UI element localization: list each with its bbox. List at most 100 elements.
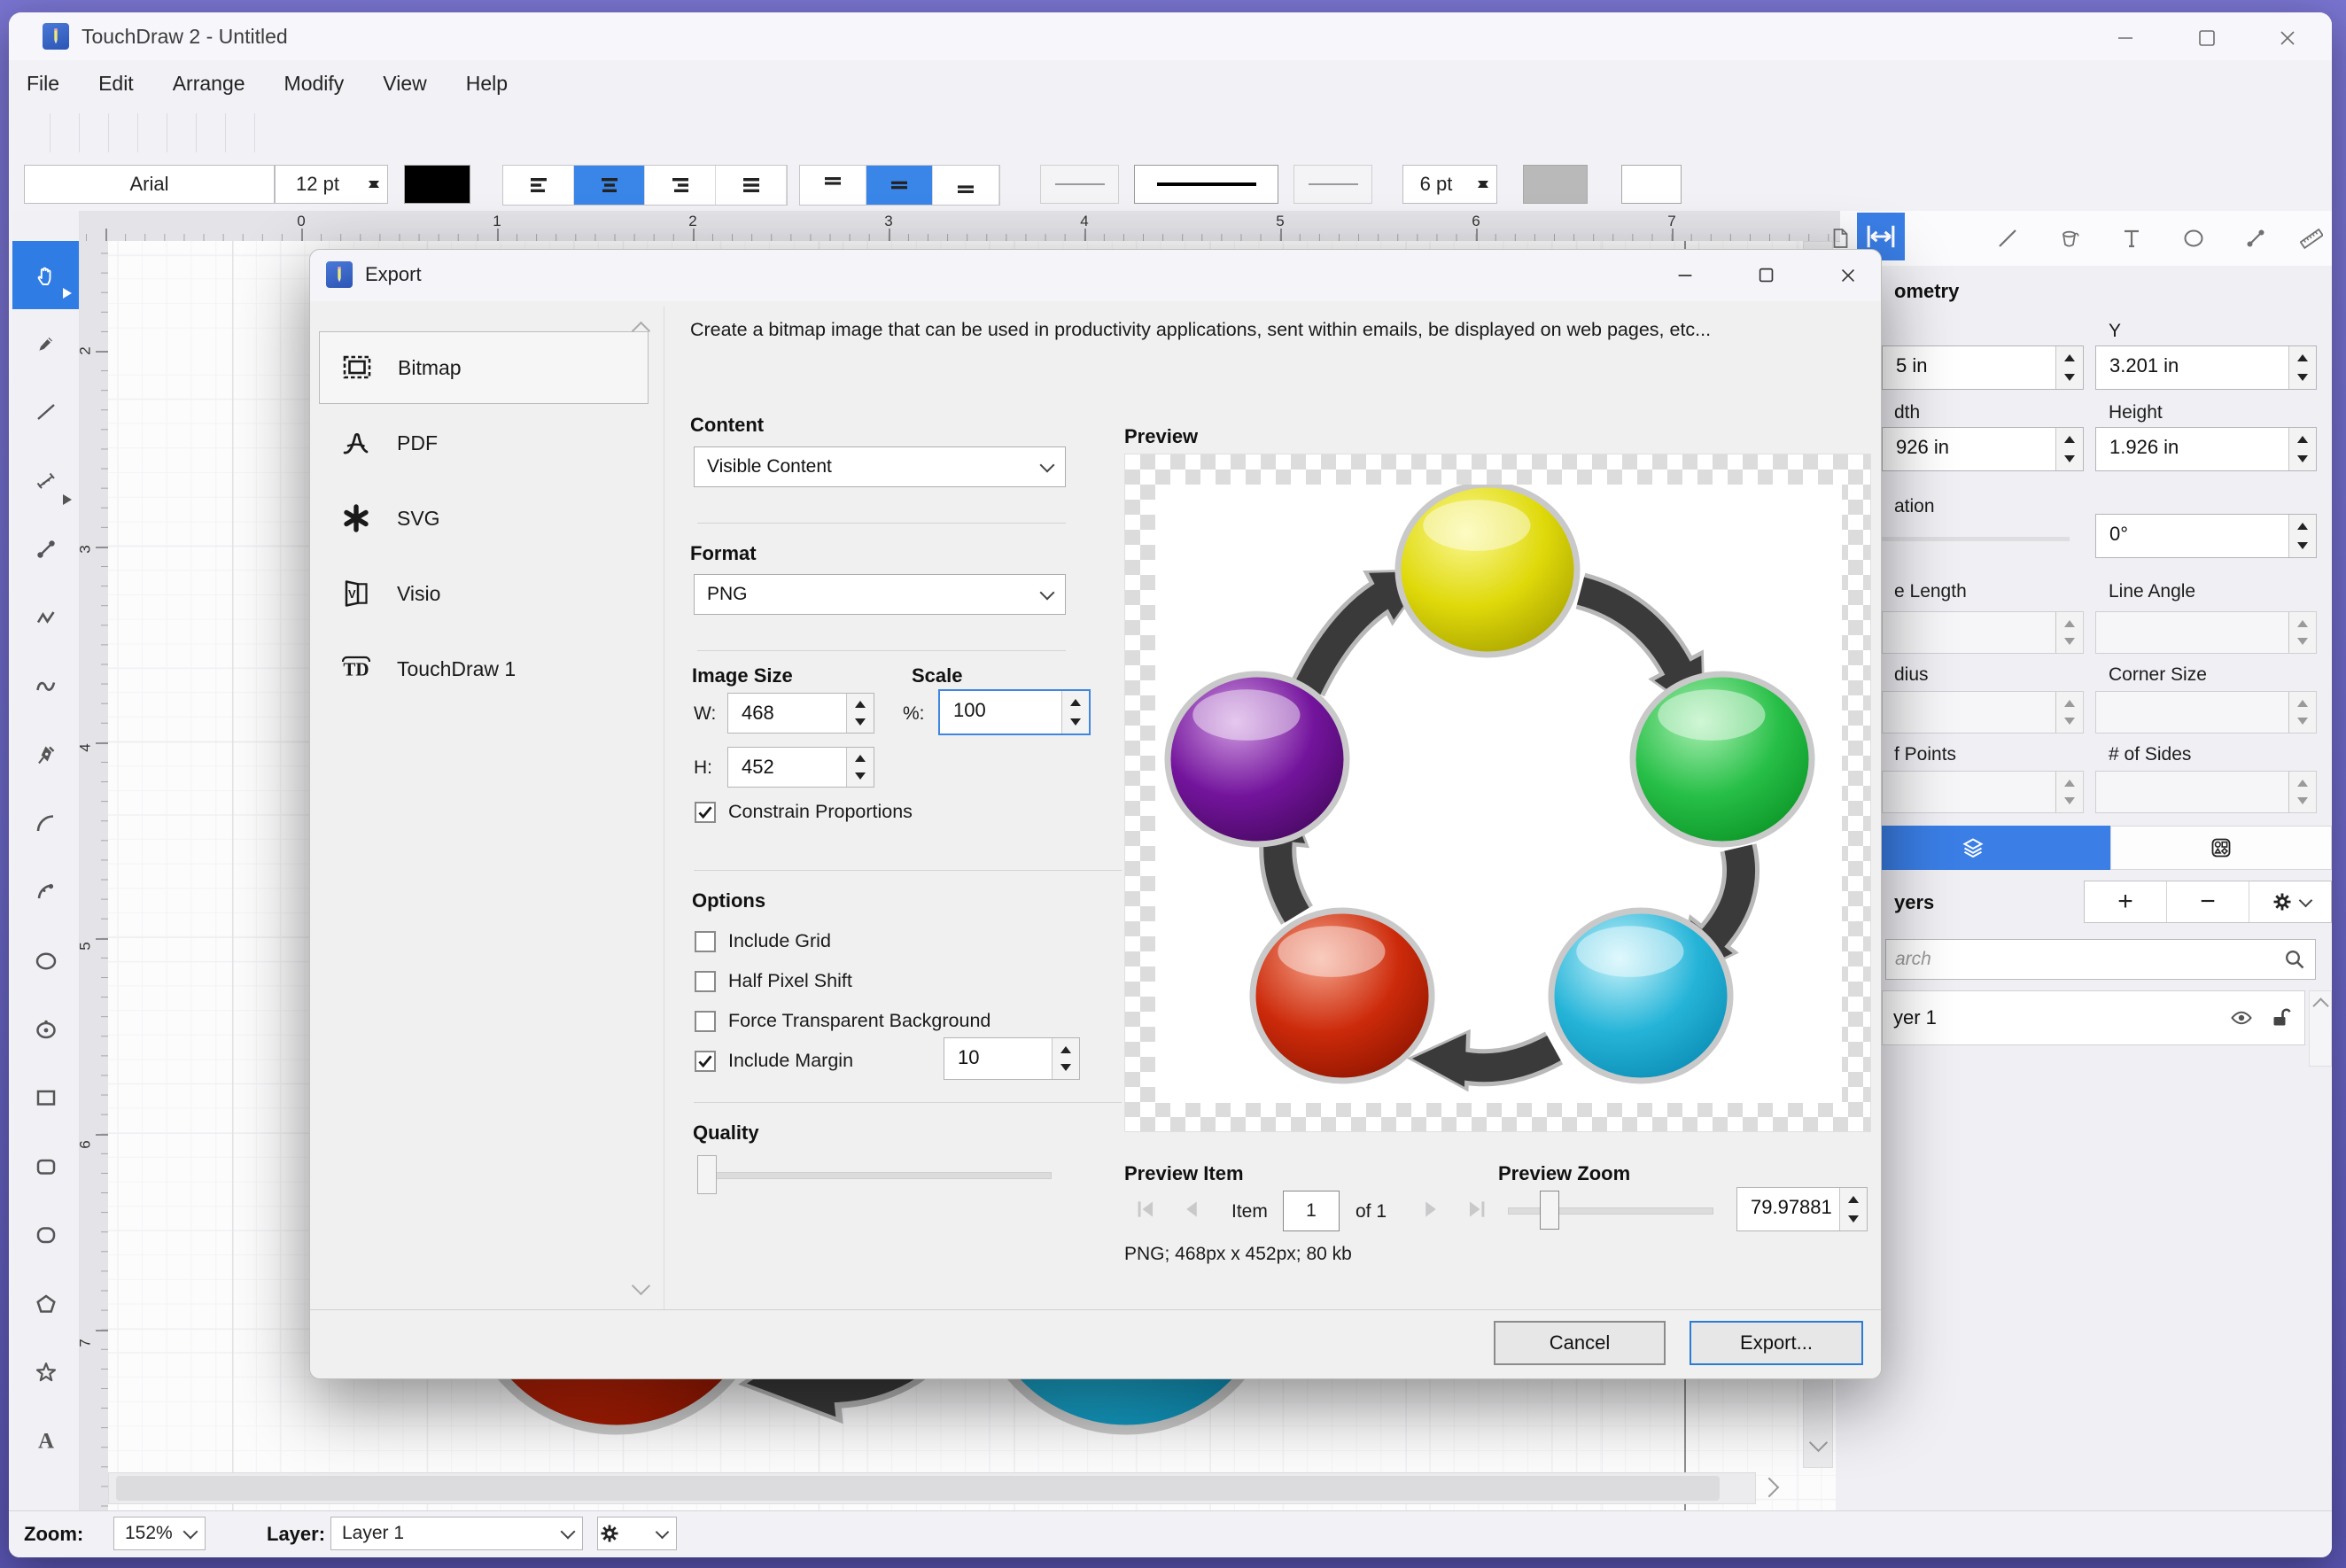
first-item-icon[interactable] <box>1130 1194 1161 1224</box>
export-info: PNG; 468px x 452px; 80 kb <box>1124 1244 1352 1264</box>
dialog-maximize-icon[interactable] <box>1756 265 1777 286</box>
maximize-icon[interactable] <box>2195 27 2218 50</box>
next-item-icon[interactable] <box>1416 1194 1446 1224</box>
scale-input[interactable]: 100 <box>938 689 1091 735</box>
text-valign-top-icon[interactable] <box>800 166 866 205</box>
add-layer-button[interactable]: + <box>2085 881 2167 922</box>
text-align-center-icon[interactable] <box>574 166 645 205</box>
text-icon[interactable] <box>2113 220 2150 257</box>
menu-item[interactable]: File <box>27 72 59 96</box>
font-size-stepper[interactable]: 12 pt <box>275 165 388 204</box>
fill-color-swatch[interactable] <box>1621 165 1682 204</box>
palette-tool[interactable] <box>12 309 79 377</box>
export-button[interactable]: Export... <box>1690 1321 1863 1365</box>
text-align-right-icon[interactable] <box>645 166 716 205</box>
palette-tool[interactable] <box>12 995 79 1063</box>
palette-tool[interactable] <box>12 1132 79 1200</box>
text-align-justify-icon[interactable] <box>716 166 787 205</box>
visibility-icon[interactable] <box>2230 1006 2253 1029</box>
fill-icon[interactable] <box>2051 220 2088 257</box>
palette-tool[interactable] <box>12 721 79 789</box>
palette-tool[interactable] <box>12 1269 79 1338</box>
title-bar[interactable]: TouchDraw 2 - Untitled <box>9 12 2332 60</box>
line-style-next[interactable] <box>1293 165 1372 204</box>
palette-tool[interactable] <box>12 652 79 720</box>
palette-tool[interactable]: A <box>12 1407 79 1475</box>
rotation-slider[interactable] <box>1882 537 2070 541</box>
layer-select[interactable]: Layer 1 <box>330 1517 583 1550</box>
text-valign-middle-icon[interactable] <box>866 166 933 205</box>
remove-layer-button[interactable]: − <box>2167 881 2249 922</box>
layer-list-scrollbar[interactable] <box>2309 990 2332 1067</box>
previous-item-icon[interactable] <box>1177 1194 1207 1224</box>
cancel-button[interactable]: Cancel <box>1494 1321 1666 1365</box>
text-align-left-icon[interactable] <box>503 166 574 205</box>
text-valign-bottom-icon[interactable] <box>933 166 999 205</box>
export-type-item[interactable]: PDF <box>319 407 649 479</box>
palette-tool[interactable] <box>12 1200 79 1269</box>
palette-tool[interactable] <box>12 858 79 927</box>
export-type-item[interactable]: Bitmap <box>319 331 649 404</box>
line-style-prev[interactable] <box>1040 165 1119 204</box>
preview-zoom-slider[interactable] <box>1508 1191 1713 1230</box>
layer-search-input[interactable]: arch <box>1885 939 2316 980</box>
ruler-icon[interactable] <box>2293 220 2330 257</box>
menu-item[interactable]: Arrange <box>173 72 245 96</box>
width-field[interactable]: 926 in <box>1882 427 2084 471</box>
stroke-color-swatch[interactable] <box>1523 165 1588 204</box>
height-input[interactable]: 452 <box>727 747 874 788</box>
constrain-proportions-checkbox[interactable]: Constrain Proportions <box>695 801 913 823</box>
dialog-minimize-icon[interactable] <box>1674 265 1696 286</box>
palette-tool[interactable] <box>12 584 79 652</box>
line-width-stepper[interactable]: 6 pt <box>1402 165 1497 204</box>
text-color-swatch[interactable] <box>404 165 470 204</box>
item-number-input[interactable]: 1 <box>1283 1191 1340 1231</box>
content-select[interactable]: Visible Content <box>694 446 1066 487</box>
ellipse-icon[interactable] <box>2175 220 2212 257</box>
format-select[interactable]: PNG <box>694 574 1066 615</box>
export-type-item[interactable]: SVG <box>319 482 649 555</box>
lock-icon[interactable] <box>2269 1006 2292 1029</box>
connector-icon[interactable] <box>2237 220 2274 257</box>
layer-gear-button[interactable] <box>597 1517 677 1550</box>
horizontal-scrollbar[interactable] <box>108 1472 1780 1504</box>
zoom-select[interactable]: 152% <box>113 1517 206 1550</box>
rotation-field[interactable]: 0° <box>2095 514 2317 558</box>
palette-tool[interactable] <box>12 446 79 515</box>
preview-zoom-input[interactable]: 79.97881 <box>1736 1187 1868 1231</box>
palette-tool[interactable] <box>12 927 79 995</box>
palette-tool[interactable] <box>12 1064 79 1132</box>
export-type-item[interactable]: V Visio <box>319 557 649 630</box>
tab-shapes[interactable] <box>2110 826 2332 870</box>
layer-row[interactable]: yer 1 <box>1882 990 2305 1045</box>
dialog-close-icon[interactable] <box>1837 265 1859 286</box>
last-item-icon[interactable] <box>1462 1194 1492 1224</box>
palette-tool[interactable] <box>12 241 79 310</box>
menu-item[interactable]: Modify <box>284 72 345 96</box>
menu-item[interactable]: View <box>383 72 426 96</box>
close-icon[interactable] <box>2276 27 2299 50</box>
menu-item[interactable]: Edit <box>98 72 134 96</box>
export-type-item[interactable]: TD TouchDraw 1 <box>319 633 649 705</box>
option-checkbox[interactable]: Include Grid <box>695 921 1191 961</box>
palette-tool[interactable] <box>12 789 79 858</box>
font-family-select[interactable]: Arial <box>24 165 275 204</box>
menu-item[interactable]: Help <box>466 72 508 96</box>
option-checkbox[interactable]: Force Transparent Background <box>695 1001 1191 1041</box>
option-checkbox[interactable]: Half Pixel Shift <box>695 961 1191 1001</box>
margin-input[interactable]: 10 <box>944 1037 1080 1080</box>
x-field[interactable]: 5 in <box>1882 345 2084 390</box>
palette-tool[interactable] <box>12 516 79 584</box>
height-field[interactable]: 1.926 in <box>2095 427 2317 471</box>
line-style-current[interactable] <box>1134 165 1278 204</box>
layer-settings-button[interactable] <box>2249 881 2331 922</box>
option-checkbox[interactable]: Include Margin 10 <box>695 1037 1191 1081</box>
quality-slider[interactable] <box>697 1155 1052 1194</box>
y-field[interactable]: 3.201 in <box>2095 345 2317 390</box>
palette-tool[interactable] <box>12 1338 79 1406</box>
line-icon[interactable] <box>1989 220 2026 257</box>
dialog-title-bar[interactable]: Export <box>310 250 1881 301</box>
width-input[interactable]: 468 <box>727 693 874 734</box>
minimize-icon[interactable] <box>2114 27 2137 50</box>
palette-tool[interactable] <box>12 378 79 446</box>
